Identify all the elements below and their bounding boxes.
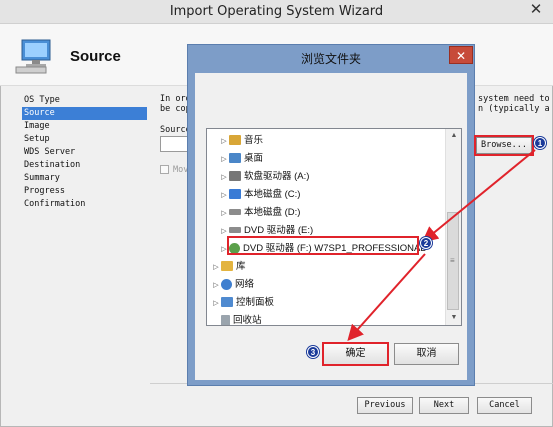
- step-badge-1: 1: [534, 137, 546, 149]
- arrow-2-to-3: [347, 253, 426, 341]
- step-badge-2: 2: [420, 237, 432, 249]
- arrow-1-to-2: [421, 149, 536, 243]
- annotation-arrows: [347, 149, 536, 341]
- step-badge-3: 3: [307, 346, 319, 358]
